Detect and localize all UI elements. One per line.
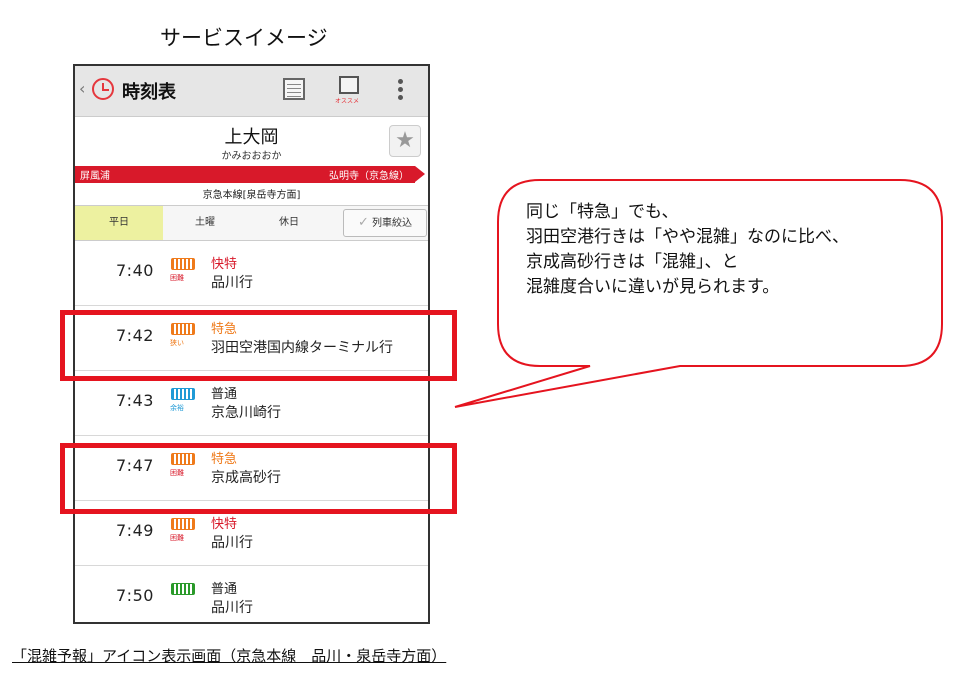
callout-bubble [454, 179, 943, 408]
callout-line: 混雑度合いに違いが見られます。 [526, 277, 780, 297]
callout-line: 同じ「特急」でも、 [526, 202, 679, 222]
callout-text: 同じ「特急」でも、 羽田空港行きは「やや混雑」なのに比べ、 京成高砂行きは「混雑… [526, 200, 926, 300]
figure-caption: 「混雑予報」アイコン表示画面（京急本線 品川・泉岳寺方面） [12, 647, 447, 665]
callout-line: 京成高砂行きは「混雑」、と [526, 252, 739, 272]
callout-line: 羽田空港行きは「やや混雑」なのに比べ、 [526, 227, 849, 247]
